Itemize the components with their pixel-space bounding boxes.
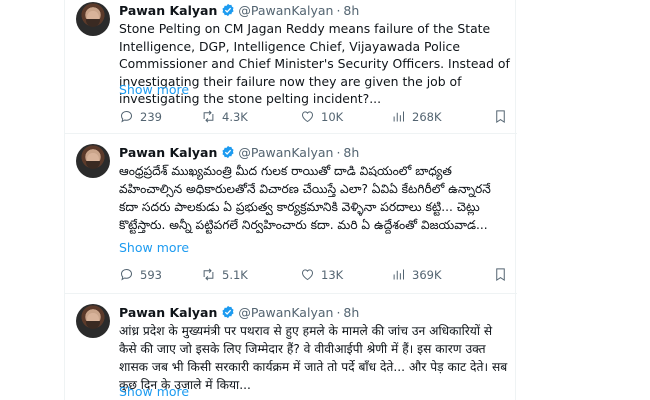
like-button[interactable]: 13K — [300, 267, 343, 282]
like-button[interactable]: 10K — [300, 109, 343, 124]
reply-button[interactable]: 593 — [119, 267, 162, 282]
timestamp[interactable]: 8h — [343, 145, 359, 160]
timeline-feed: Pawan Kalyan @PawanKalyan · 8h Stone Pel… — [64, 0, 517, 400]
reply-count: 239 — [140, 109, 162, 124]
repost-button[interactable]: 4.3K — [201, 109, 248, 124]
views-icon — [393, 269, 404, 280]
reply-icon — [120, 110, 133, 123]
tweet[interactable]: Pawan Kalyan @PawanKalyan · 8h ఆంధ్రప్రద… — [65, 134, 517, 294]
views-count: 369K — [412, 267, 442, 282]
author-handle[interactable]: @PawanKalyan — [238, 145, 333, 160]
bookmark-icon — [496, 268, 505, 282]
author-handle[interactable]: @PawanKalyan — [238, 305, 333, 320]
tweet[interactable]: Pawan Kalyan @PawanKalyan · 8h Stone Pel… — [65, 0, 517, 134]
verified-badge-icon — [222, 305, 234, 319]
author-name[interactable]: Pawan Kalyan — [119, 305, 217, 320]
avatar[interactable] — [76, 304, 110, 338]
views-count: 268K — [412, 109, 442, 124]
tweet[interactable]: Pawan Kalyan @PawanKalyan · 8h आंध्र प्र… — [65, 294, 517, 400]
like-count: 13K — [321, 267, 344, 282]
tweet-actions: 593 5.1K 13K 369K — [119, 267, 511, 283]
views-icon — [393, 111, 404, 122]
show-more-link[interactable]: Show more — [119, 82, 189, 97]
show-more-link[interactable]: Show more — [119, 384, 189, 399]
like-icon — [301, 269, 314, 281]
tweet-text: ఆంధ్రప్రదేశ్ ముఖ్యమంత్రి మీద గులక రాయితో… — [119, 164, 491, 232]
avatar[interactable] — [76, 144, 110, 178]
tweet-header: Pawan Kalyan @PawanKalyan · 8h — [119, 303, 359, 321]
verified-badge-icon — [222, 3, 234, 17]
timestamp[interactable]: 8h — [343, 3, 359, 18]
tweet-header: Pawan Kalyan @PawanKalyan · 8h — [119, 143, 359, 161]
repost-count: 4.3K — [222, 109, 248, 124]
tweet-actions: 239 4.3K 10K 268K — [119, 109, 511, 125]
views-button[interactable]: 369K — [391, 267, 442, 282]
repost-count: 5.1K — [222, 267, 248, 282]
separator-dot: · — [336, 144, 341, 160]
author-name[interactable]: Pawan Kalyan — [119, 145, 217, 160]
separator-dot: · — [336, 2, 341, 18]
reply-count: 593 — [140, 267, 162, 282]
separator-dot: · — [336, 304, 341, 320]
repost-icon — [203, 268, 214, 281]
like-icon — [301, 111, 314, 123]
repost-button[interactable]: 5.1K — [201, 267, 248, 282]
show-more-link[interactable]: Show more — [119, 240, 189, 255]
views-button[interactable]: 268K — [391, 109, 442, 124]
bookmark-button[interactable] — [493, 267, 514, 282]
author-name[interactable]: Pawan Kalyan — [119, 3, 217, 18]
timestamp[interactable]: 8h — [343, 305, 359, 320]
repost-icon — [203, 110, 214, 123]
tweet-header: Pawan Kalyan @PawanKalyan · 8h — [119, 1, 359, 19]
verified-badge-icon — [222, 145, 234, 159]
reply-button[interactable]: 239 — [119, 109, 162, 124]
bookmark-icon — [496, 110, 505, 124]
avatar[interactable] — [76, 2, 110, 36]
like-count: 10K — [321, 109, 344, 124]
reply-icon — [120, 268, 133, 281]
author-handle[interactable]: @PawanKalyan — [238, 3, 333, 18]
bookmark-button[interactable] — [493, 109, 514, 124]
